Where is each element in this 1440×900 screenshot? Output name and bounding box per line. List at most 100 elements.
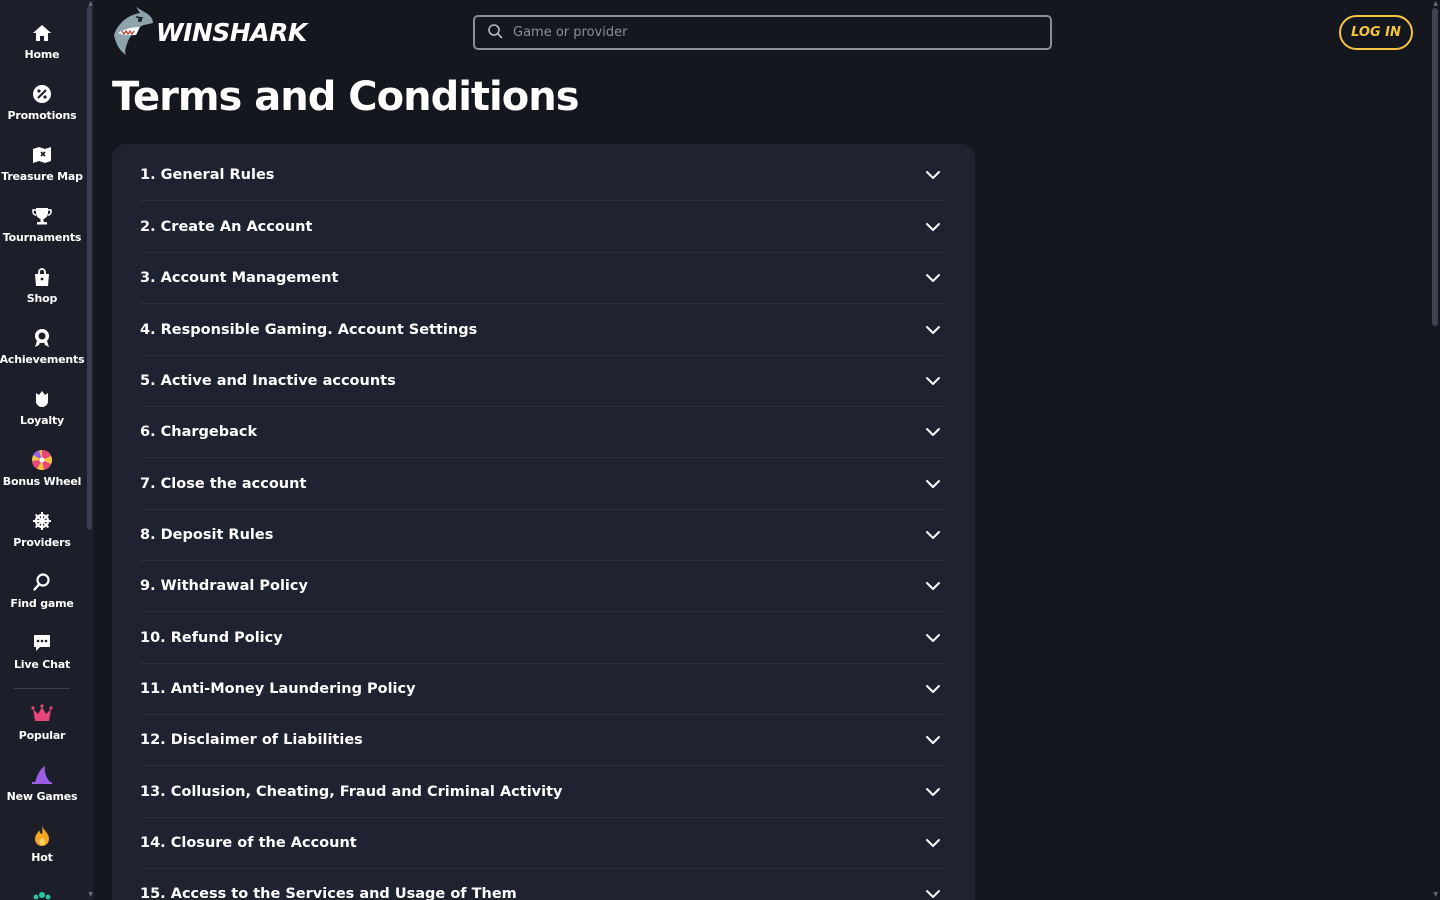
sidebar-item-label: Treasure Map bbox=[1, 170, 83, 183]
terms-section-withdrawal-policy[interactable]: 9. Withdrawal Policy bbox=[140, 560, 944, 612]
trophy-icon bbox=[31, 205, 53, 227]
sidebar-item-label: Promotions bbox=[7, 109, 77, 122]
section-title: 10. Refund Policy bbox=[140, 629, 283, 646]
terms-section-active-inactive[interactable]: 5. Active and Inactive accounts bbox=[140, 355, 944, 407]
sidebar-item-achievements[interactable]: Achievements bbox=[0, 327, 85, 383]
section-title: 4. Responsible Gaming. Account Settings bbox=[140, 321, 478, 338]
helm-icon bbox=[31, 510, 53, 532]
section-title: 15. Access to the Services and Usage of … bbox=[140, 885, 517, 900]
chevron-down-icon bbox=[924, 321, 942, 339]
sidebar-item-label: Home bbox=[24, 48, 60, 61]
sidebar-item-popular[interactable]: Popular bbox=[0, 703, 84, 759]
page-scroll-down-arrow[interactable]: ▼ bbox=[1433, 891, 1438, 898]
terms-section-general-rules[interactable]: 1. General Rules bbox=[140, 149, 944, 201]
terms-section-create-account[interactable]: 2. Create An Account bbox=[140, 201, 944, 253]
section-title: 1. General Rules bbox=[140, 166, 275, 183]
sidebar-item-label: Shop bbox=[26, 292, 58, 305]
chevron-down-icon bbox=[924, 423, 942, 441]
sidebar-item-label: Hot bbox=[31, 851, 53, 864]
section-title: 9. Withdrawal Policy bbox=[140, 577, 308, 594]
group-icon bbox=[31, 886, 53, 900]
section-title: 6. Chargeback bbox=[140, 423, 258, 440]
search-bar[interactable] bbox=[473, 15, 1052, 50]
section-title: 14. Closure of the Account bbox=[140, 834, 357, 851]
sidebar: ▲ ▼ Home Promotions Treasure Map Tournam… bbox=[0, 0, 94, 900]
sidebar-item-label: Live Chat bbox=[13, 658, 71, 671]
section-title: 12. Disclaimer of Liabilities bbox=[140, 731, 363, 748]
terms-section-access-services[interactable]: 15. Access to the Services and Usage of … bbox=[140, 868, 944, 900]
terms-section-closure[interactable]: 14. Closure of the Account bbox=[140, 817, 944, 869]
chevron-down-icon bbox=[924, 475, 942, 493]
chevron-down-icon bbox=[924, 629, 942, 647]
medal-icon bbox=[31, 327, 53, 349]
sidebar-scrollbar[interactable] bbox=[87, 6, 92, 530]
sidebar-item-label: Find game bbox=[10, 597, 74, 610]
chevron-down-icon bbox=[924, 166, 942, 184]
sidebar-item-hot[interactable]: Hot bbox=[0, 825, 84, 881]
sidebar-scroll-down-arrow[interactable]: ▼ bbox=[88, 891, 93, 898]
terms-section-close-account[interactable]: 7. Close the account bbox=[140, 458, 944, 510]
chevron-down-icon bbox=[924, 885, 942, 900]
section-title: 11. Anti-Money Laundering Policy bbox=[140, 680, 416, 697]
section-title: 8. Deposit Rules bbox=[140, 526, 274, 543]
sidebar-item-treasure-map[interactable]: Treasure Map bbox=[0, 144, 84, 200]
sidebar-item-label: Popular bbox=[18, 729, 66, 742]
fire-icon bbox=[31, 825, 53, 847]
chevron-down-icon bbox=[924, 731, 942, 749]
map-icon bbox=[31, 144, 53, 166]
page-scrollbar-thumb[interactable] bbox=[1432, 8, 1438, 326]
terms-section-refund-policy[interactable]: 10. Refund Policy bbox=[140, 612, 944, 664]
sidebar-item-home[interactable]: Home bbox=[0, 22, 84, 78]
section-title: 2. Create An Account bbox=[140, 218, 313, 235]
terms-section-account-management[interactable]: 3. Account Management bbox=[140, 252, 944, 304]
sidebar-item-live-chat[interactable]: Live Chat bbox=[0, 632, 84, 688]
sidebar-item-label: Bonus Wheel bbox=[2, 475, 82, 488]
shark-logo-icon bbox=[110, 5, 154, 59]
terms-accordion: 1. General Rules 2. Create An Account 3.… bbox=[112, 144, 975, 900]
home-icon bbox=[31, 22, 53, 44]
chevron-down-icon bbox=[924, 218, 942, 236]
sidebar-item-find-game[interactable]: Find game bbox=[0, 571, 84, 627]
chevron-down-icon bbox=[924, 680, 942, 698]
section-title: 5. Active and Inactive accounts bbox=[140, 372, 396, 389]
crown-shield-icon bbox=[31, 388, 53, 410]
login-button[interactable]: LOG IN bbox=[1339, 15, 1413, 50]
winshark-logo[interactable]: WINSHARK bbox=[110, 5, 307, 59]
chevron-down-icon bbox=[924, 783, 942, 801]
sidebar-item-label: Providers bbox=[13, 536, 71, 549]
sidebar-item-label: Tournaments bbox=[2, 231, 82, 244]
sidebar-item-new-games[interactable]: New Games bbox=[0, 764, 84, 820]
terms-section-aml-policy[interactable]: 11. Anti-Money Laundering Policy bbox=[140, 663, 944, 715]
sidebar-item-tournaments[interactable]: Tournaments bbox=[0, 205, 84, 261]
chevron-down-icon bbox=[924, 577, 942, 595]
search-icon bbox=[31, 571, 53, 593]
sidebar-item-loyalty[interactable]: Loyalty bbox=[0, 388, 84, 444]
shopping-bag-icon bbox=[31, 266, 53, 288]
search-input[interactable] bbox=[513, 25, 1033, 40]
section-title: 3. Account Management bbox=[140, 269, 339, 286]
page-title: Terms and Conditions bbox=[112, 74, 580, 120]
chat-icon bbox=[31, 632, 53, 654]
terms-section-responsible-gaming[interactable]: 4. Responsible Gaming. Account Settings bbox=[140, 304, 944, 356]
sidebar-item-label: Achievements bbox=[0, 353, 85, 366]
section-title: 13. Collusion, Cheating, Fraud and Crimi… bbox=[140, 783, 563, 800]
page-scroll-up-arrow[interactable]: ▲ bbox=[1433, 0, 1438, 7]
sidebar-item-shop[interactable]: Shop bbox=[0, 266, 84, 322]
terms-section-disclaimer[interactable]: 12. Disclaimer of Liabilities bbox=[140, 714, 944, 766]
sidebar-item-providers[interactable]: Providers bbox=[0, 510, 84, 566]
terms-section-collusion[interactable]: 13. Collusion, Cheating, Fraud and Crimi… bbox=[140, 766, 944, 818]
logo-text: WINSHARK bbox=[156, 17, 307, 47]
chevron-down-icon bbox=[924, 269, 942, 287]
chevron-down-icon bbox=[924, 834, 942, 852]
sidebar-divider bbox=[14, 688, 70, 689]
sidebar-item-bonus-wheel[interactable]: Bonus Wheel bbox=[0, 449, 84, 505]
sidebar-item-more[interactable] bbox=[0, 886, 84, 900]
terms-section-deposit-rules[interactable]: 8. Deposit Rules bbox=[140, 509, 944, 561]
section-title: 7. Close the account bbox=[140, 475, 307, 492]
sidebar-item-promotions[interactable]: Promotions bbox=[0, 83, 84, 139]
sidebar-item-label: Loyalty bbox=[20, 414, 64, 427]
crown-icon bbox=[31, 703, 53, 725]
chevron-down-icon bbox=[924, 372, 942, 390]
terms-section-chargeback[interactable]: 6. Chargeback bbox=[140, 406, 944, 458]
wheel-icon bbox=[31, 449, 53, 471]
